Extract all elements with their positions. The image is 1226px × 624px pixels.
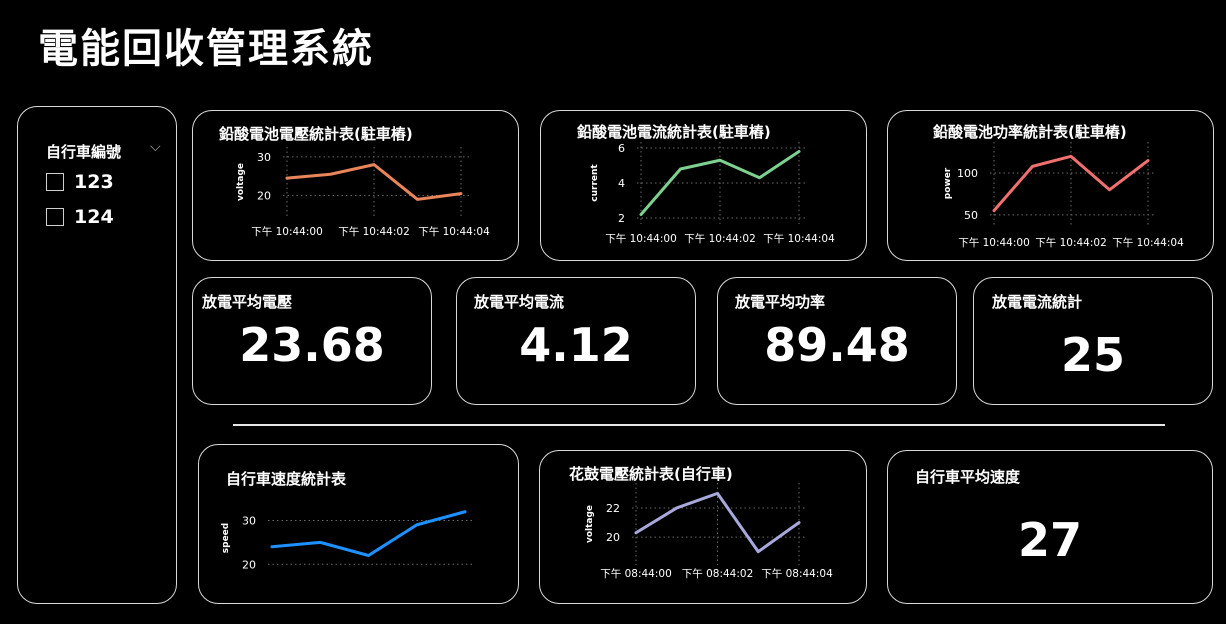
x-tick-label: 下午 10:44:02: [338, 225, 410, 238]
slicer-title: 自行車編號: [46, 143, 122, 161]
bike-avg-speed-kpi-card: 自行車平均速度 27: [887, 450, 1213, 604]
y-tick-label: 6: [618, 142, 625, 155]
kpi-label: 放電平均功率: [735, 293, 826, 311]
x-tick-label: 下午 08:44:02: [682, 567, 754, 580]
y-tick-label: 50: [964, 209, 978, 222]
kpi-value: 89.48: [764, 318, 910, 372]
kpi-label: 放電平均電流: [474, 293, 565, 311]
kpi-value: 27: [1017, 513, 1082, 567]
hub-voltage-chart: 20 22 下午 08:44:00 下午 08:44:02 下午 08:44:04 vol…: [585, 483, 833, 580]
kpi-value: 25: [1060, 328, 1125, 382]
y-axis-label: voltage: [585, 505, 595, 543]
checkbox[interactable]: [46, 173, 64, 191]
avg-power-kpi-card: 放電平均功率 89.48: [717, 277, 957, 405]
x-tick-label: 下午 10:44:04: [763, 232, 835, 245]
y-tick-label: 2: [618, 212, 625, 225]
slicer-item-123[interactable]: 123: [46, 171, 114, 193]
y-tick-label: 20: [606, 531, 620, 544]
y-axis-label: current: [590, 164, 600, 202]
x-tick-label: 下午 10:44:00: [958, 236, 1030, 249]
y-axis-label: speed: [221, 523, 231, 553]
y-tick-label: 30: [257, 151, 271, 164]
page-title: 電能回收管理系統: [38, 26, 374, 72]
x-tick-label: 下午 10:44:04: [1112, 236, 1184, 249]
current-count-kpi-card: 放電電流統計 25: [973, 277, 1213, 405]
y-axis-label: power: [943, 167, 953, 199]
chevron-down-icon[interactable]: ⌵: [150, 139, 161, 155]
x-tick-label: 下午 10:44:00: [251, 225, 323, 238]
y-tick-label: 4: [618, 177, 625, 190]
kpi-value: 23.68: [239, 318, 385, 372]
x-tick-label: 下午 08:44:00: [600, 567, 672, 580]
dashboard: 電能回收管理系統 自行車編號 ⌵ 123 124 鉛酸電池電壓統計表(駐車樁) …: [0, 0, 1226, 624]
avg-current-kpi-card: 放電平均電流 4.12: [456, 277, 696, 405]
hub-voltage-chart-card: 花鼓電壓統計表(自行車) 20 22 下午 08:44:00 下午 08:44:02 下…: [539, 450, 867, 604]
bike-speed-chart-card: 自行車速度統計表 20 30 speed: [198, 444, 519, 604]
y-tick-label: 20: [242, 558, 256, 571]
battery-voltage-chart: 20 30 下午 10:44:00 下午 10:44:02 下午 10:44:04 vol…: [236, 147, 490, 238]
kpi-label: 放電平均電壓: [202, 293, 293, 311]
x-tick-label: 下午 08:44:04: [761, 567, 833, 580]
x-tick-label: 下午 10:44:00: [605, 232, 677, 245]
battery-current-chart: 2 4 6 下午 10:44:00 下午 10:44:02 下午 10:44:04 curr…: [590, 142, 835, 245]
kpi-label: 放電電流統計: [992, 293, 1083, 311]
y-tick-label: 100: [957, 167, 978, 180]
section-divider: [233, 424, 1165, 426]
x-tick-label: 下午 10:44:02: [1035, 236, 1107, 249]
checkbox[interactable]: [46, 208, 64, 226]
y-tick-label: 22: [606, 502, 620, 515]
x-tick-label: 下午 10:44:04: [418, 225, 490, 238]
y-tick-label: 20: [257, 190, 271, 203]
slicer-item-label: 123: [74, 171, 114, 193]
y-tick-label: 30: [242, 515, 256, 528]
bike-speed-chart: 20 30 speed: [221, 510, 473, 571]
slicer-item-124[interactable]: 124: [46, 206, 114, 228]
kpi-label: 自行車平均速度: [915, 468, 1021, 486]
y-axis-label: voltage: [236, 163, 246, 201]
battery-current-chart-card: 鉛酸電池電流統計表(駐車樁) 2 4 6 下午 10:44:00 下午 10:44:02…: [540, 110, 867, 261]
slicer-item-label: 124: [74, 206, 114, 228]
battery-power-chart: 50 100 下午 10:44:00 下午 10:44:02 下午 10:44:04 po…: [943, 142, 1184, 249]
battery-power-chart-card: 鉛酸電池功率統計表(駐車樁) 50 100 下午 10:44:00 下午 10:44:…: [887, 110, 1214, 261]
series-line: [270, 510, 467, 557]
x-tick-label: 下午 10:44:02: [684, 232, 756, 245]
kpi-value: 4.12: [519, 318, 633, 372]
avg-voltage-kpi-card: 放電平均電壓 23.68: [192, 277, 432, 405]
bike-id-slicer: 自行車編號 ⌵ 123 124: [17, 106, 177, 604]
battery-voltage-chart-card: 鉛酸電池電壓統計表(駐車樁) 20 30 下午 10:44:00 下午 10:44:0…: [192, 110, 519, 261]
